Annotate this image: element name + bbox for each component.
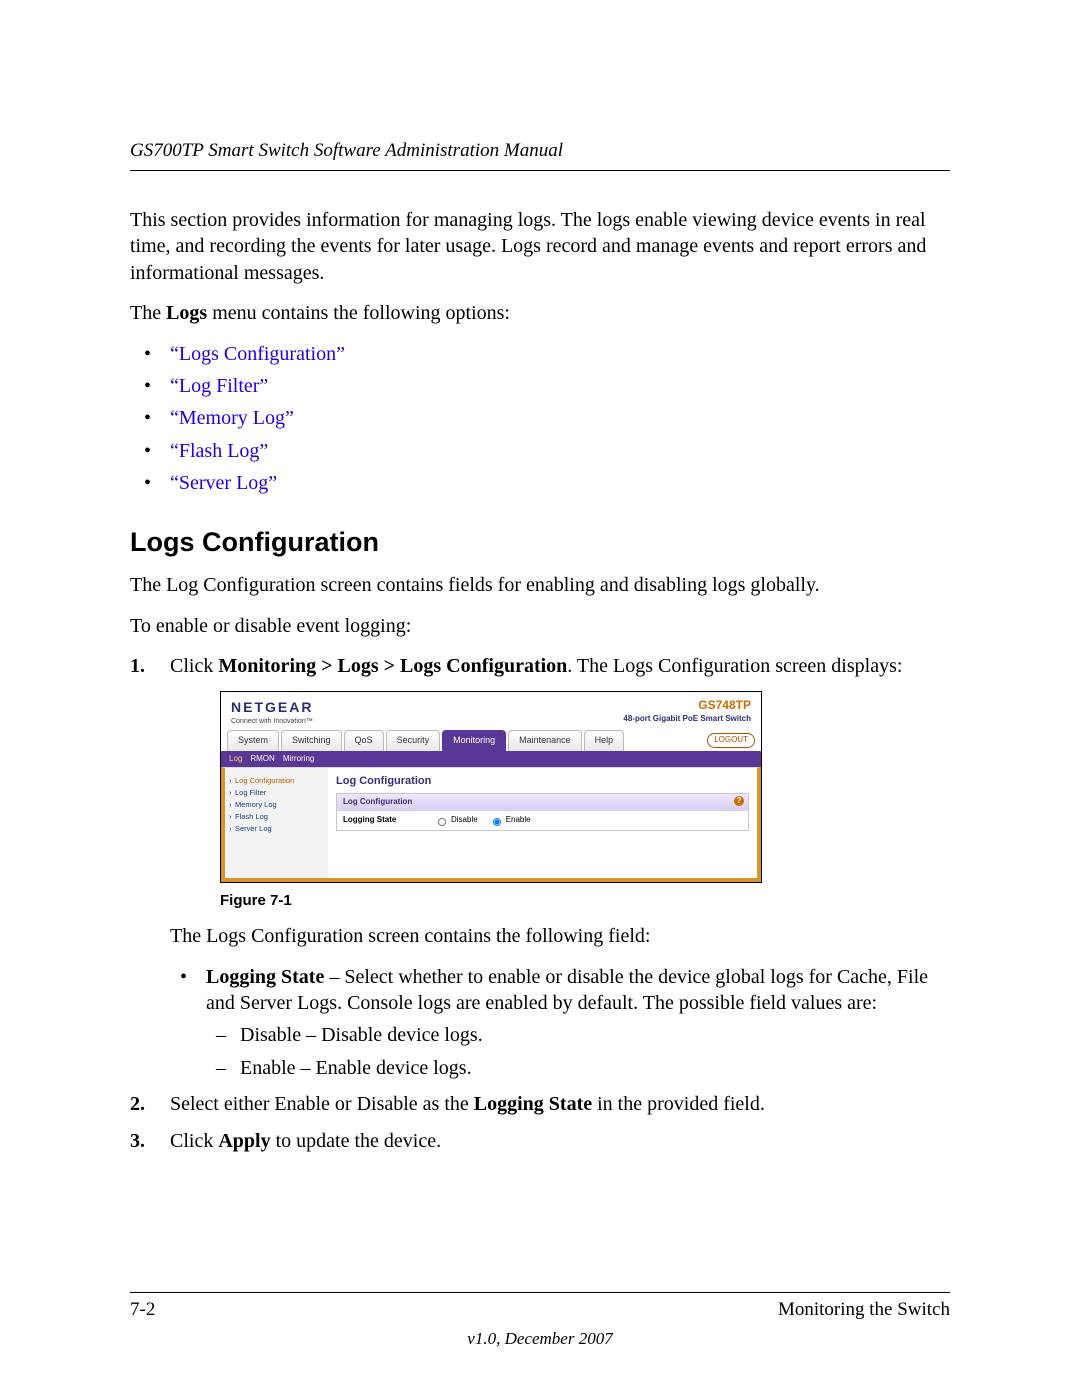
fields-intro: The Logs Configuration screen contains t… <box>170 923 950 949</box>
text: Select either Enable or Disable as the <box>170 1093 474 1115</box>
side-log-filter[interactable]: Log Filter <box>229 788 324 798</box>
logs-word: Logs <box>166 302 207 324</box>
radio-enable[interactable]: Enable <box>488 815 531 826</box>
field-name: Logging State <box>206 966 324 988</box>
field-list: Logging State – Select whether to enable… <box>170 964 950 1082</box>
text: to update the device. <box>271 1130 442 1152</box>
xref-logs-configuration[interactable]: “Logs Configuration” <box>170 343 345 365</box>
help-icon[interactable]: ? <box>734 796 744 806</box>
logout-button[interactable]: LOGOUT <box>707 733 755 748</box>
tab-monitoring[interactable]: Monitoring <box>442 730 506 751</box>
radio-disable[interactable]: Disable <box>433 815 478 826</box>
text: in the provided field. <box>592 1093 765 1115</box>
xref-log-filter[interactable]: “Log Filter” <box>170 375 268 397</box>
brand-tagline: Connect with Innovation™ <box>231 717 313 726</box>
section-heading: Logs Configuration <box>130 525 950 561</box>
tab-maintenance[interactable]: Maintenance <box>508 730 582 751</box>
subtab-rmon[interactable]: RMON <box>250 754 274 765</box>
page-header: GS700TP Smart Switch Software Administra… <box>130 140 950 171</box>
text: menu contains the following options: <box>207 302 510 324</box>
panel-page-title: Log Configuration <box>336 774 749 789</box>
model-desc: 48-port Gigabit PoE Smart Switch <box>623 714 751 725</box>
text: Click <box>170 655 218 677</box>
section-p2: To enable or disable event logging: <box>130 613 950 639</box>
text: The <box>130 302 166 324</box>
chapter-title: Monitoring the Switch <box>778 1299 950 1321</box>
xref-memory-log[interactable]: “Memory Log” <box>170 407 294 429</box>
main-tabs: System Switching QoS Security Monitoring… <box>221 730 761 751</box>
page-footer: 7-2 Monitoring the Switch <box>130 1292 950 1321</box>
radio-enable-input[interactable] <box>493 818 501 826</box>
radio-disable-input[interactable] <box>438 818 446 826</box>
steps-list: Click Monitoring > Logs > Logs Configura… <box>130 653 950 1154</box>
radio-disable-label: Disable <box>451 815 478 826</box>
text: Click <box>170 1130 218 1152</box>
radio-enable-label: Enable <box>506 815 531 826</box>
subtab-mirroring[interactable]: Mirroring <box>283 754 315 765</box>
menu-intro: The Logs menu contains the following opt… <box>130 300 950 326</box>
step-1: Click Monitoring > Logs > Logs Configura… <box>130 653 950 1081</box>
panel-title: Log Configuration <box>343 797 412 806</box>
side-flash-log[interactable]: Flash Log <box>229 812 324 822</box>
bold: Logging State <box>474 1093 592 1115</box>
subtab-log[interactable]: Log <box>229 754 242 765</box>
value-disable: Disable – Disable device logs. <box>206 1022 950 1048</box>
side-nav: Log Configuration Log Filter Memory Log … <box>225 768 328 878</box>
logging-state-row: Logging State Disable Enable <box>337 811 748 830</box>
xref-flash-log[interactable]: “Flash Log” <box>170 440 268 462</box>
value-enable: Enable – Enable device logs. <box>206 1055 950 1081</box>
text: . The Logs Configuration screen displays… <box>567 655 902 677</box>
screenshot-figure: NETGEAR Connect with Innovation™ GS748TP… <box>220 691 762 883</box>
field-logging-state: Logging State – Select whether to enable… <box>170 964 950 1082</box>
side-server-log[interactable]: Server Log <box>229 824 324 834</box>
version-line: v1.0, December 2007 <box>0 1329 1080 1349</box>
page-number: 7-2 <box>130 1299 155 1321</box>
tab-help[interactable]: Help <box>584 730 625 751</box>
tab-qos[interactable]: QoS <box>344 730 384 751</box>
tab-security[interactable]: Security <box>386 730 441 751</box>
tab-switching[interactable]: Switching <box>281 730 342 751</box>
row-label: Logging State <box>343 815 423 826</box>
figure-caption: Figure 7-1 <box>220 891 950 911</box>
side-log-configuration[interactable]: Log Configuration <box>229 776 324 786</box>
model-number: GS748TP <box>623 698 751 714</box>
intro-paragraph: This section provides information for ma… <box>130 207 950 286</box>
config-panel: Log Configuration ? Logging State Disabl… <box>336 793 749 831</box>
nav-path: Monitoring > Logs > Logs Configuration <box>218 655 567 677</box>
xref-list: “Logs Configuration” “Log Filter” “Memor… <box>130 341 950 497</box>
panel-header: Log Configuration ? <box>337 794 748 811</box>
tab-system[interactable]: System <box>227 730 279 751</box>
sub-tabs: Log RMON Mirroring <box>221 751 761 768</box>
side-memory-log[interactable]: Memory Log <box>229 800 324 810</box>
brand-logo: NETGEAR <box>231 698 313 716</box>
step-3: Click Apply to update the device. <box>130 1128 950 1154</box>
bold: Apply <box>218 1130 270 1152</box>
xref-server-log[interactable]: “Server Log” <box>170 472 277 494</box>
section-p1: The Log Configuration screen contains fi… <box>130 572 950 598</box>
step-2: Select either Enable or Disable as the L… <box>130 1091 950 1117</box>
